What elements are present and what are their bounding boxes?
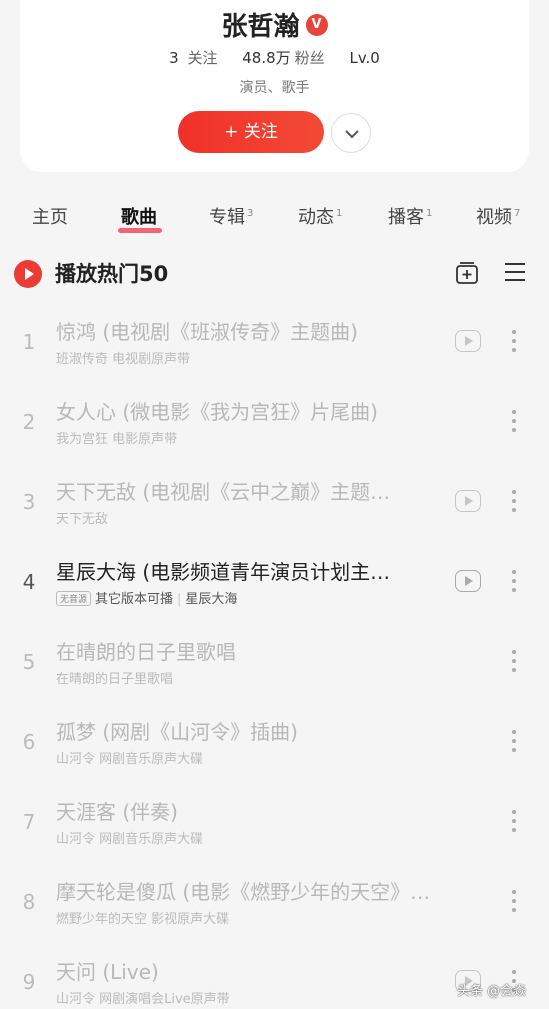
song-row[interactable]: 2 女人心 (微电影《我为宫狂》片尾曲) 我为宫狂 电影原声带 [0,390,549,462]
song-rank: 5 [22,650,36,674]
mv-play-icon[interactable] [455,330,481,352]
tab-albums[interactable]: 专辑 3 [209,203,253,229]
following-label: 关注 [187,49,218,67]
tab-podcasts[interactable]: 播客 1 [388,203,432,229]
song-subtitle: 燃野少年的天空 影视原声大碟 [56,912,230,927]
song-title: 天下无敌 (电视剧《云中之巅》主题… [56,480,391,504]
active-tab-indicator [118,228,162,233]
song-subtitle: 山河令 网剧演唱会Live原声带 [56,992,230,1007]
artist-tags: 演员、歌手 [239,80,310,96]
song-rank: 6 [22,730,36,754]
mv-play-icon[interactable] [455,490,481,512]
fans-count: 48.8万 [242,49,291,67]
song-row[interactable]: 6 孤梦 (网剧《山河令》插曲) 山河令 网剧音乐原声大碟 [0,710,549,782]
tab-songs[interactable]: 歌曲 [121,203,157,229]
song-subtitle: 山河令 网剧音乐原声大碟 [56,832,204,847]
chevron-down-icon [345,130,359,139]
more-options-icon[interactable] [507,888,521,914]
follow-button[interactable]: + 关注 [178,111,324,153]
song-title: 女人心 (微电影《我为宫狂》片尾曲) [56,400,378,424]
artist-name: 张哲瀚 [221,12,300,42]
verified-icon: V [305,13,328,36]
artist-stats: 3 关注 48.8万 粉丝 Lv.0 [20,47,529,68]
song-title: 孤梦 (网剧《山河令》插曲) [56,720,298,744]
mv-play-icon[interactable] [455,570,481,592]
fans-stat[interactable]: 48.8万 粉丝 [242,49,324,67]
album-name: 星辰大海 [185,592,238,607]
song-subtitle: 我为宫狂 电影原声带 [56,432,178,447]
song-title: 天涯客 (伴奏) [56,800,178,824]
more-options-icon[interactable] [507,728,521,754]
song-row[interactable]: 7 天涯客 (伴奏) 山河令 网剧音乐原声大碟 [0,790,549,862]
play-all-icon[interactable] [14,260,42,288]
following-count: 3 [169,49,179,67]
hot-songs-header: 播放热门50 [0,252,549,292]
song-row[interactable]: 3 天下无敌 (电视剧《云中之巅》主题… 天下无敌 [0,470,549,542]
tab-label: 主页 [32,207,68,228]
more-options-icon[interactable] [507,568,521,594]
more-options-icon[interactable] [507,488,521,514]
more-options-icon[interactable] [507,328,521,354]
more-options-icon[interactable] [507,408,521,434]
song-rank: 1 [22,330,36,354]
more-options-icon[interactable] [507,648,521,674]
song-title: 惊鸿 (电视剧《班淑传奇》主题曲) [56,320,358,344]
song-row[interactable]: 1 惊鸿 (电视剧《班淑传奇》主题曲) 班淑传奇 电视剧原声带 [0,310,549,382]
artist-name-row: 张哲瀚 V [20,6,529,43]
song-rank: 2 [22,410,36,434]
song-title: 摩天轮是傻瓜 (电影《燃野少年的天空》… [56,880,431,904]
menu-icon[interactable] [503,261,527,283]
divider: | [177,592,182,607]
tab-count: 1 [336,208,343,219]
song-title: 星辰大海 (电影频道青年演员计划主… [56,560,391,584]
song-subtitle: 在晴朗的日子里歌唱 [56,672,174,687]
more-options-icon[interactable] [507,808,521,834]
tab-label: 视频 [476,207,512,228]
song-title: 在晴朗的日子里歌唱 [56,640,236,664]
song-rank: 9 [22,970,36,994]
song-row[interactable]: 8 摩天轮是傻瓜 (电影《燃野少年的天空》… 燃野少年的天空 影视原声大碟 [0,870,549,942]
artist-tabs: 主页 歌曲 专辑 3 动态 1 播客 1 视频 7 [0,203,549,233]
alt-version-text: 其它版本可播 [95,592,174,607]
tab-home[interactable]: 主页 [32,203,68,229]
tab-videos[interactable]: 视频 7 [476,203,520,229]
song-row[interactable]: 4 星辰大海 (电影频道青年演员计划主… 无音源 其它版本可播 | 星辰大海 [0,550,549,622]
section-title: 播放热门50 [55,262,169,286]
tab-count: 1 [426,208,433,219]
tab-label: 歌曲 [121,207,157,228]
tab-count: 7 [514,208,521,219]
following-stat[interactable]: 3 关注 [169,49,217,67]
tab-count: 3 [247,208,254,219]
song-subtitle: 山河令 网剧音乐原声大碟 [56,752,204,767]
song-row[interactable]: 5 在晴朗的日子里歌唱 在晴朗的日子里歌唱 [0,630,549,702]
tab-label: 专辑 [209,207,245,228]
song-title: 天问 (Live) [56,960,159,984]
song-subtitle: 班淑传奇 电视剧原声带 [56,352,191,367]
song-subtitle: 无音源 其它版本可播 | 星辰大海 [56,588,440,607]
no-source-badge: 无音源 [56,591,92,606]
song-rank: 4 [22,570,36,594]
song-rank: 3 [22,490,36,514]
watermark-text: 头条 @会焱 [457,984,527,999]
song-rank: 7 [22,810,36,834]
song-subtitle: 天下无敌 [56,512,109,527]
fans-label: 粉丝 [294,49,325,67]
song-rank: 8 [22,890,36,914]
artist-profile-card: 张哲瀚 V 3 关注 48.8万 粉丝 Lv.0 演员、歌手 + 关注 [20,0,529,172]
expand-more-button[interactable] [331,113,371,153]
tab-label: 播客 [388,207,424,228]
tab-posts[interactable]: 动态 1 [298,203,342,229]
add-to-playlist-icon[interactable] [455,260,481,286]
tab-label: 动态 [298,207,334,228]
level-badge: Lv.0 [349,49,380,67]
